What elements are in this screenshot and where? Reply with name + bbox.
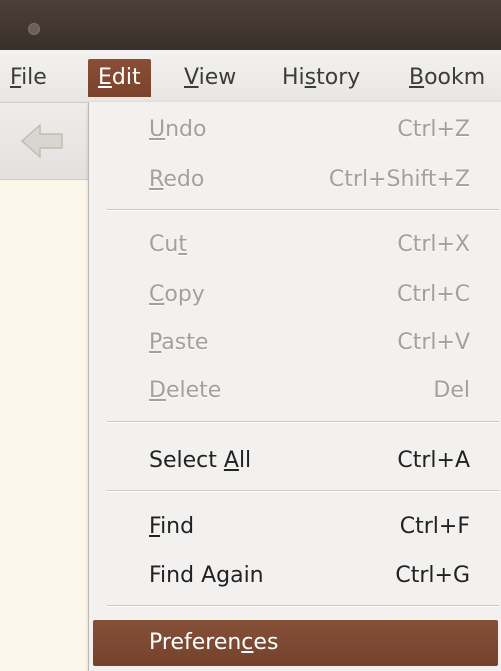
menu-item-label: Undo xyxy=(149,117,207,142)
menu-item-preferences[interactable]: Preferences xyxy=(93,620,498,666)
menu-item-select-all[interactable]: Select All Ctrl+A xyxy=(89,438,501,484)
page-content-area[interactable] xyxy=(0,180,88,671)
menu-separator xyxy=(107,421,499,423)
menu-item-cut[interactable]: Cut Ctrl+X xyxy=(89,222,501,268)
menu-item-find-again[interactable]: Find Again Ctrl+G xyxy=(89,553,501,599)
menu-item-shortcut: Ctrl+G xyxy=(395,563,470,588)
menu-item-shortcut: Ctrl+X xyxy=(397,232,470,257)
menu-item-label: Preferences xyxy=(149,630,279,655)
menu-item-label: Redo xyxy=(149,167,205,192)
menu-item-label: Select All xyxy=(149,448,252,473)
menu-item-label: Paste xyxy=(149,330,209,355)
window-control-icon[interactable] xyxy=(28,23,40,35)
menu-item-find[interactable]: Find Ctrl+F xyxy=(89,504,501,550)
menu-item-label: Cut xyxy=(149,232,187,257)
menu-edit[interactable]: Edit xyxy=(88,59,151,97)
menu-separator xyxy=(107,490,499,492)
edit-menu-dropdown: Undo Ctrl+Z Redo Ctrl+Shift+Z Cut Ctrl+X… xyxy=(88,102,501,671)
menu-item-shortcut: Ctrl+F xyxy=(399,514,470,539)
menu-separator xyxy=(107,209,499,211)
window-titlebar xyxy=(0,0,501,50)
menu-item-label: Find Again xyxy=(149,563,264,588)
menubar: File Edit View History Bookm xyxy=(0,50,501,103)
menu-item-shortcut: Ctrl+V xyxy=(397,330,470,355)
menu-item-redo[interactable]: Redo Ctrl+Shift+Z xyxy=(89,157,501,203)
back-arrow-icon[interactable] xyxy=(20,121,66,161)
menu-item-shortcut: Del xyxy=(433,378,470,403)
menu-item-delete[interactable]: Delete Del xyxy=(89,368,501,414)
menu-item-label: Copy xyxy=(149,282,205,307)
menu-item-paste[interactable]: Paste Ctrl+V xyxy=(89,320,501,366)
menu-separator xyxy=(107,605,499,607)
menu-item-copy[interactable]: Copy Ctrl+C xyxy=(89,272,501,318)
menu-item-shortcut: Ctrl+Shift+Z xyxy=(328,167,470,192)
navigation-toolbar xyxy=(0,103,88,180)
menu-view[interactable]: View xyxy=(174,59,246,97)
menu-item-shortcut: Ctrl+C xyxy=(397,282,470,307)
menu-bookmarks[interactable]: Bookm xyxy=(399,59,495,97)
menu-item-undo[interactable]: Undo Ctrl+Z xyxy=(89,107,501,153)
menu-file[interactable]: File xyxy=(0,59,57,97)
menu-item-label: Delete xyxy=(149,378,222,403)
menu-item-shortcut: Ctrl+A xyxy=(397,448,470,473)
menu-history[interactable]: History xyxy=(272,59,370,97)
menu-item-label: Find xyxy=(149,514,195,539)
menu-item-shortcut: Ctrl+Z xyxy=(397,117,470,142)
